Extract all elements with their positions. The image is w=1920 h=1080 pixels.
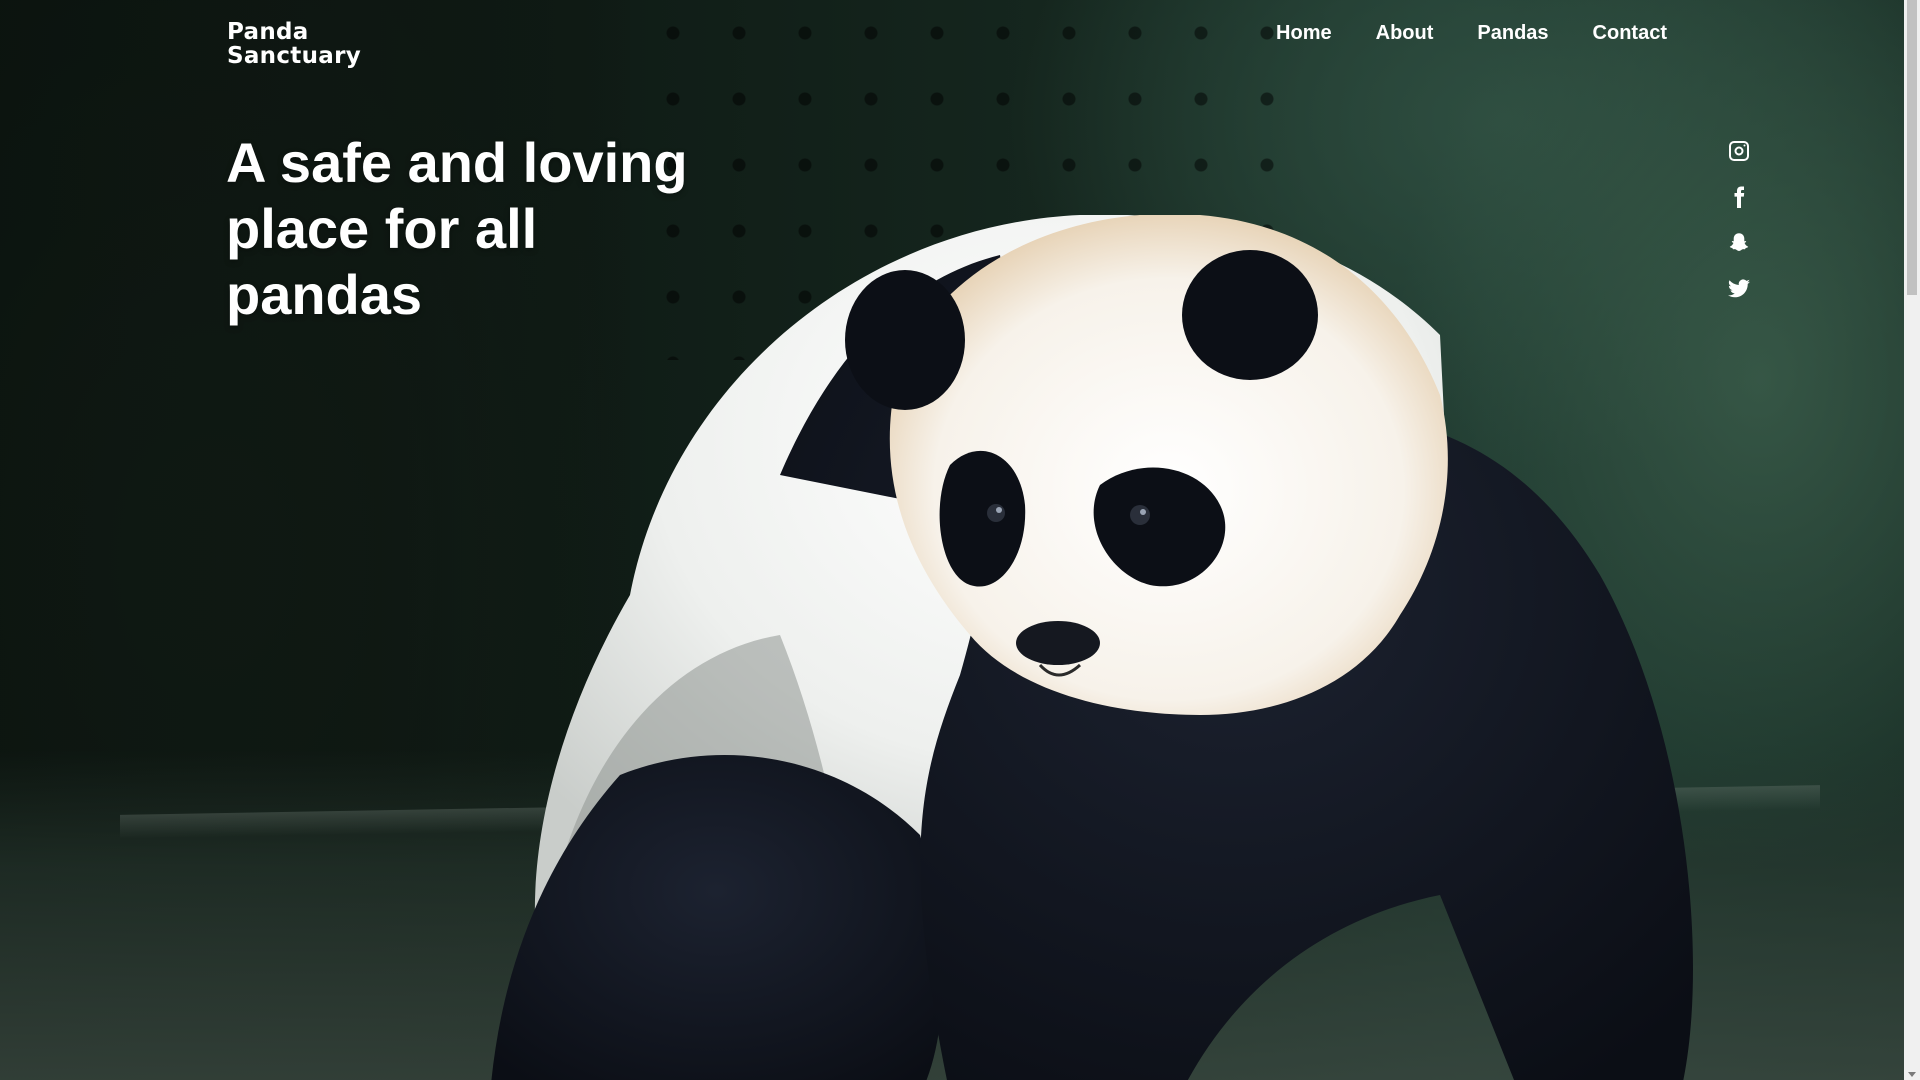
instagram-icon[interactable] xyxy=(1727,139,1751,163)
snapchat-icon[interactable] xyxy=(1727,231,1751,255)
hero-section: Panda Sanctuary Home About Pandas Contac… xyxy=(0,0,1904,1080)
logo-line-2: Sanctuary xyxy=(227,43,362,69)
nav-about-link[interactable]: About xyxy=(1376,22,1434,45)
scrollbar-thumb[interactable] xyxy=(1907,0,1917,295)
scroll-down-arrow-icon[interactable] xyxy=(1908,1072,1916,1077)
main-nav: Home About Pandas Contact xyxy=(1276,22,1667,45)
nav-pandas-link[interactable]: Pandas xyxy=(1477,22,1548,45)
site-logo[interactable]: Panda Sanctuary xyxy=(227,20,361,68)
nav-home-link[interactable]: Home xyxy=(1276,22,1332,45)
social-links xyxy=(1727,139,1751,301)
panda-photo xyxy=(491,215,1693,1080)
logo-line-1: Panda xyxy=(227,19,309,45)
hero-title: A safe and loving place for all pandas xyxy=(226,131,688,326)
page-scrollbar[interactable] xyxy=(1904,0,1920,1080)
facebook-icon[interactable] xyxy=(1727,185,1751,209)
nav-contact-link[interactable]: Contact xyxy=(1593,22,1667,45)
twitter-icon[interactable] xyxy=(1727,277,1751,301)
